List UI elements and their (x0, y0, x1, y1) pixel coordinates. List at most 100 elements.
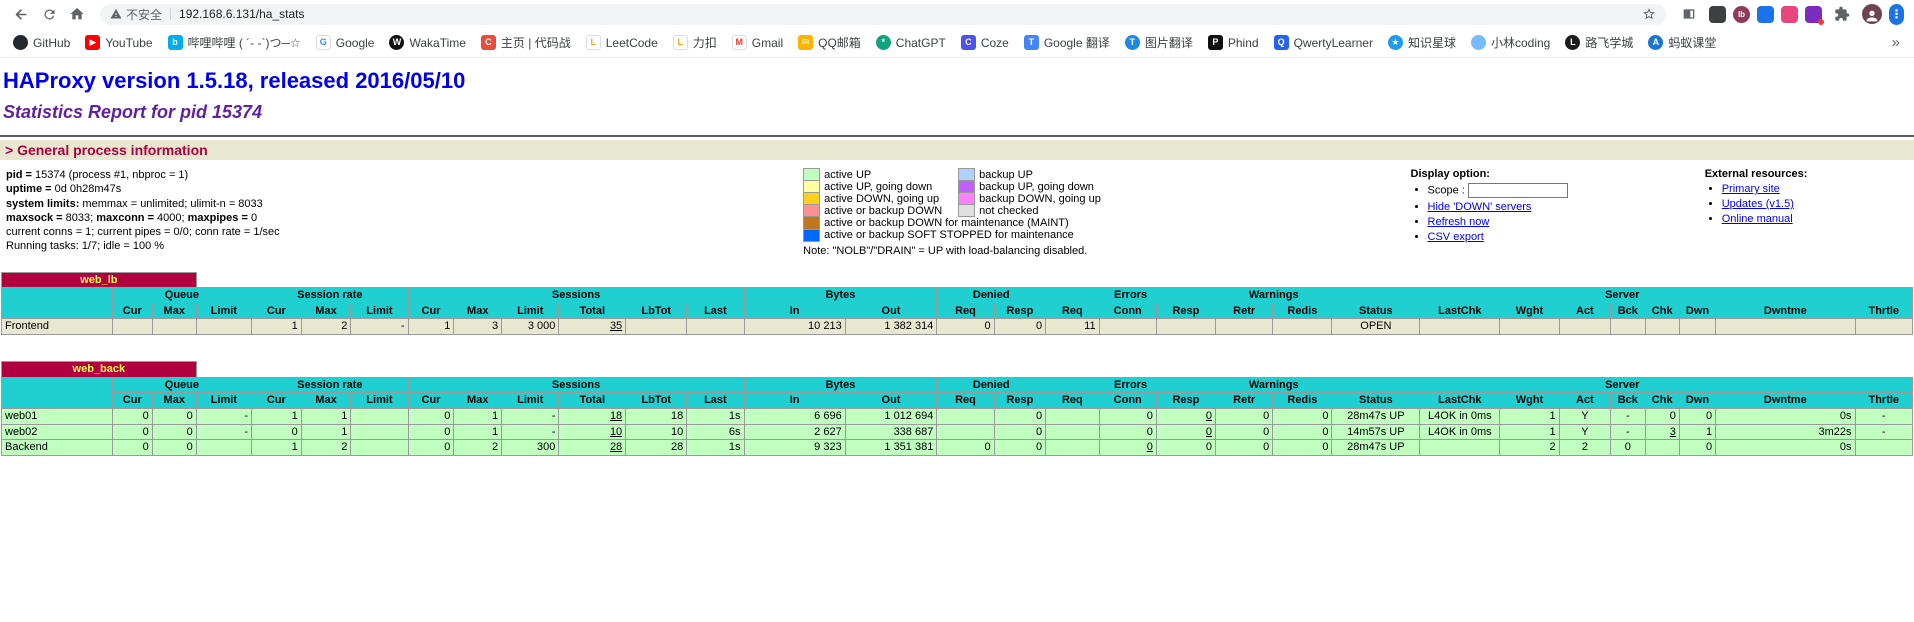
column-header: Req (1046, 393, 1099, 409)
bookmark-item[interactable]: T Google 翻译 (1017, 31, 1117, 54)
stat-cell: 3 (1645, 424, 1679, 440)
stat-cell: 10 (626, 424, 687, 440)
bookmark-item[interactable]: WWakaTime (382, 32, 472, 53)
bookmark-item[interactable]: GitHub (6, 32, 77, 53)
bookmark-item[interactable]: QQwertyLearner (1267, 32, 1380, 53)
bookmark-item[interactable]: A蚂蚁课堂 (1641, 31, 1723, 54)
stat-cell: 2 (301, 319, 351, 335)
external-resource-item: Primary site (1722, 183, 1904, 195)
stat-cell: 6 696 (744, 408, 845, 424)
security-label: 不安全 (126, 6, 162, 23)
qqmail-favicon: ✉ (798, 35, 813, 50)
bookmark-item[interactable]: MGmail (725, 32, 790, 53)
column-header: Act (1559, 303, 1611, 319)
column-header: Limit (351, 393, 408, 409)
home-button[interactable] (64, 2, 90, 26)
display-option-item: CSV export (1428, 231, 1705, 243)
extension-pink-icon[interactable] (1781, 6, 1798, 23)
bookmark-item[interactable]: ▶YouTube (78, 32, 159, 53)
column-header: In (744, 393, 845, 409)
menu-kebab-button[interactable]: ⋮ (1889, 4, 1904, 25)
stat-cell (1679, 319, 1715, 335)
url-text: 192.168.6.131/ha_stats (179, 7, 1636, 21)
process-info-line: pid = 15374 (process #1, nbproc = 1) (6, 168, 803, 182)
display-option-link[interactable]: CSV export (1428, 231, 1484, 243)
address-bar[interactable]: 不安全 192.168.6.131/ha_stats (100, 4, 1666, 25)
google-translate-favicon: T (1024, 35, 1039, 50)
url-separator (170, 8, 171, 20)
stat-cell: 1 (252, 319, 302, 335)
external-resource-link[interactable]: Online manual (1722, 213, 1793, 225)
external-resource-link[interactable]: Updates (v1.5) (1722, 198, 1794, 210)
bookmark-item[interactable]: C主页 | 代码战 (474, 31, 578, 54)
process-info-line: maxsock = 8033; maxconn = 4000; maxpipes… (6, 211, 803, 225)
column-header: Limit (502, 303, 559, 319)
reload-button[interactable] (36, 2, 62, 26)
external-resources-list: Primary site Updates (v1.5) Online manual (1705, 183, 1904, 225)
bookmark-item[interactable]: ✉QQ邮箱 (791, 31, 868, 54)
column-header: Wght (1500, 303, 1559, 319)
puzzle-icon (1834, 6, 1850, 22)
haproxy-home-link[interactable]: HAProxy version 1.5.18, released 2016/05… (3, 68, 465, 93)
bookmark-item[interactable]: L力扣 (666, 31, 724, 54)
stat-cell: 6s (687, 424, 744, 440)
extensions-puzzle-button[interactable] (1829, 2, 1855, 26)
display-option-link[interactable]: Hide 'DOWN' servers (1428, 201, 1532, 213)
extension-lb-icon[interactable]: lb (1733, 6, 1750, 23)
stat-cell: 1 (301, 408, 351, 424)
bookmark-item[interactable]: CCoze (954, 32, 1016, 53)
extension-dark-tool-icon[interactable] (1709, 6, 1726, 23)
bookmark-label: Google (336, 36, 375, 50)
stat-cell (1099, 319, 1156, 335)
profile-avatar[interactable] (1862, 4, 1882, 24)
proxy-name[interactable]: web_lb (2, 272, 197, 288)
extension-blue-icon[interactable] (1757, 6, 1774, 23)
column-group: Server (1332, 288, 1913, 304)
column-header: Max (301, 303, 351, 319)
stat-cell: 11 (1046, 319, 1099, 335)
column-group: Warnings (1216, 377, 1332, 393)
bookmark-item[interactable]: PPhind (1201, 32, 1266, 53)
column-header: Max (152, 303, 196, 319)
extension-purple-icon[interactable] (1805, 6, 1822, 23)
bookmarks-overflow-chevron[interactable]: » (1884, 34, 1908, 51)
stat-cell (351, 424, 408, 440)
stat-cell (1420, 319, 1500, 335)
display-option-link[interactable]: Refresh now (1428, 216, 1490, 228)
bookmark-label: 主页 | 代码战 (501, 34, 571, 51)
scope-input[interactable] (1468, 183, 1568, 198)
bookmark-item[interactable]: L路飞学城 (1558, 31, 1640, 54)
stat-cell: 2 (1559, 440, 1611, 456)
bookmarks-bar: GitHub▶YouTubeb哔哩哔哩 ( ´- -`)つ─☆GGoogleWW… (0, 28, 1914, 58)
external-resource-link[interactable]: Primary site (1722, 183, 1780, 195)
bookmark-item[interactable]: LLeetCode (579, 32, 665, 53)
info-row: pid = 15374 (process #1, nbproc = 1)upti… (0, 160, 1914, 257)
stat-cell: 1 (301, 424, 351, 440)
bookmark-label: QwertyLearner (1294, 36, 1373, 50)
bookmark-item[interactable]: GGoogle (309, 32, 382, 53)
column-header: Bck (1611, 393, 1645, 409)
bookmark-star-icon[interactable] (1642, 7, 1656, 21)
back-button[interactable] (8, 2, 34, 26)
process-info-line: Running tasks: 1/7; idle = 100 % (6, 239, 803, 253)
bookmark-item[interactable]: *ChatGPT (869, 32, 953, 53)
legend-swatch (959, 181, 975, 193)
legend-swatch (804, 181, 820, 193)
bookmark-item[interactable]: ★知识星球 (1381, 31, 1463, 54)
legend-swatch (804, 169, 820, 181)
bookmark-item[interactable]: b哔哩哔哩 ( ´- -`)つ─☆ (161, 31, 308, 54)
column-header: LbTot (626, 393, 687, 409)
stat-cell (687, 319, 744, 335)
corner-cell (2, 288, 113, 319)
divider (0, 135, 1914, 137)
bookmark-item[interactable]: T图片翻译 (1118, 31, 1200, 54)
stat-cell (351, 408, 408, 424)
side-panel-button[interactable] (1676, 2, 1702, 26)
bookmark-item[interactable]: 小林coding (1464, 31, 1557, 54)
column-header: Resp (1156, 393, 1215, 409)
proxy-name[interactable]: web_back (2, 362, 197, 378)
stat-cell: 1s (687, 408, 744, 424)
stat-cell (937, 424, 994, 440)
stat-cell: 0 (408, 440, 454, 456)
bookmark-label: Google 翻译 (1044, 34, 1110, 51)
